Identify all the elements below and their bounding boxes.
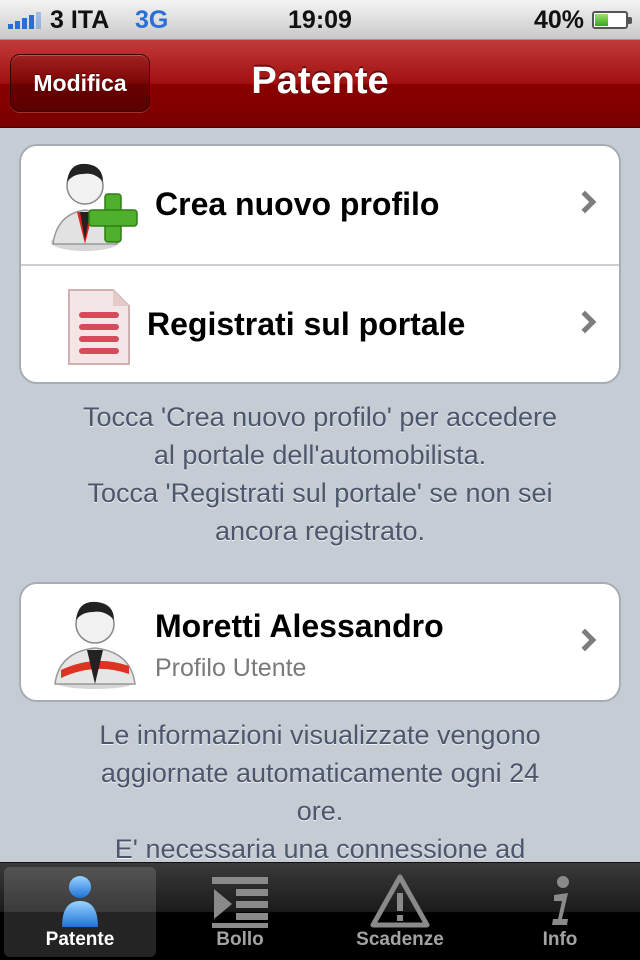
add-user-icon xyxy=(51,163,138,251)
info-line: ore. xyxy=(296,796,344,826)
tab-patente[interactable]: Patente xyxy=(4,867,156,957)
help-line: Tocca 'Registrati sul portale' se non se… xyxy=(87,478,553,508)
info-text: Le informazioni visualizzate vengono agg… xyxy=(30,716,610,868)
page-title: Patente xyxy=(251,60,389,102)
info-line: Le informazioni visualizzate vengono xyxy=(99,720,541,750)
profile-group: Moretti Alessandro Profilo Utente xyxy=(19,582,621,702)
register-portal-label: Registrati sul portale xyxy=(147,306,466,342)
register-portal-row[interactable]: Registrati sul portale xyxy=(21,264,619,382)
tab-bollo[interactable]: Bollo xyxy=(164,867,316,957)
actions-group: Crea nuovo profilo Registrati sul portal… xyxy=(19,144,621,384)
info-icon xyxy=(552,876,569,925)
battery-percent: 40% xyxy=(533,6,584,34)
create-profile-row[interactable]: Crea nuovo profilo xyxy=(21,146,619,264)
tab-scadenze[interactable]: Scadenze xyxy=(324,867,476,957)
list-icon xyxy=(212,877,268,928)
help-line: Tocca 'Crea nuovo profilo' per accedere xyxy=(82,402,558,432)
actions-help-text: Tocca 'Crea nuovo profilo' per accedere … xyxy=(30,398,610,550)
tab-info[interactable]: Info xyxy=(484,867,636,957)
info-line: aggiornate automaticamente ogni 24 xyxy=(100,758,540,788)
warning-icon xyxy=(370,874,430,928)
chevron-right-icon xyxy=(573,628,597,652)
help-line: al portale dell'automobilista. xyxy=(153,440,487,470)
create-profile-label: Crea nuovo profilo xyxy=(155,186,440,222)
document-icon xyxy=(68,289,130,365)
chevron-right-icon xyxy=(573,190,597,214)
tab-bar: Patente Bollo Scadenze Info xyxy=(0,862,640,960)
navigation-bar: Modifica Patente xyxy=(0,40,640,128)
chevron-right-icon xyxy=(573,310,597,334)
user-profile-icon xyxy=(54,601,136,689)
profile-name: Moretti Alessandro xyxy=(155,608,444,644)
tab-label: Patente xyxy=(45,929,115,950)
status-bar: 3 ITA 3G 19:09 40% xyxy=(0,0,640,40)
profile-subtitle: Profilo Utente xyxy=(155,654,307,682)
person-icon xyxy=(62,876,98,927)
tab-label: Scadenze xyxy=(356,929,444,950)
tab-label: Info xyxy=(542,929,578,950)
profile-row[interactable]: Moretti Alessandro Profilo Utente xyxy=(21,584,619,700)
battery-icon xyxy=(592,11,632,29)
tab-label: Bollo xyxy=(216,929,264,950)
help-line: ancora registrato. xyxy=(214,516,426,546)
